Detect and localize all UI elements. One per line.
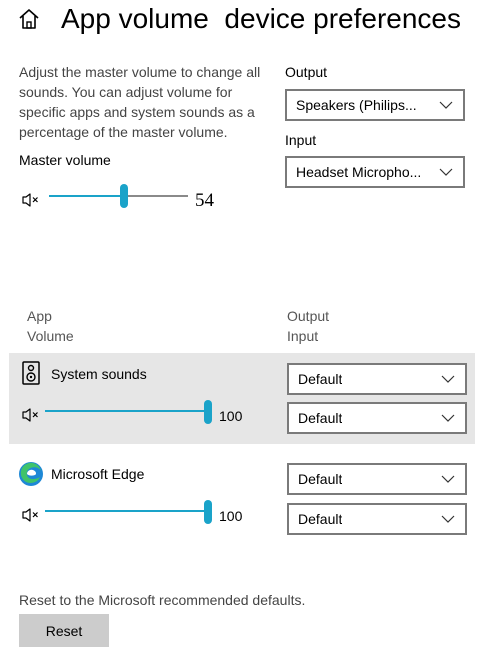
microsoft-edge-volume-value: 100: [219, 508, 243, 524]
input-device-dropdown[interactable]: Headset Micropho...: [285, 156, 465, 188]
master-volume-thumb[interactable]: [120, 184, 129, 208]
microsoft-edge-volume-fill: [45, 510, 208, 512]
column-header-input: Input: [287, 328, 319, 344]
chevron-down-icon: [441, 375, 455, 383]
chevron-down-icon: [439, 168, 453, 176]
microsoft-edge-icon: [18, 461, 44, 487]
home-icon: [19, 9, 39, 29]
system-sounds-volume-value: 100: [219, 408, 243, 424]
output-label: Output: [285, 64, 328, 80]
speaker-mute-icon[interactable]: [21, 507, 41, 523]
output-device-value: Speakers (Philips...: [296, 97, 417, 113]
master-volume-fill: [49, 195, 125, 197]
microsoft-edge-input-value: Default: [298, 511, 343, 527]
microsoft-edge-output-dropdown[interactable]: Default: [287, 463, 467, 495]
system-sounds-input-dropdown[interactable]: Default: [287, 402, 467, 434]
reset-button[interactable]: Reset: [19, 614, 109, 647]
master-volume-slider[interactable]: [49, 195, 188, 197]
system-sounds-input-value: Default: [298, 410, 343, 426]
output-device-dropdown[interactable]: Speakers (Philips...: [285, 89, 465, 121]
input-label: Input: [285, 132, 317, 148]
input-device-value: Headset Micropho...: [296, 164, 422, 180]
speaker-mute-icon[interactable]: [21, 407, 41, 423]
app-name-system-sounds: System sounds: [51, 366, 147, 382]
chevron-down-icon: [439, 101, 453, 109]
master-volume-description: Adjust the master volume to change all s…: [19, 64, 261, 140]
system-sounds-volume-slider[interactable]: [45, 410, 208, 412]
microsoft-edge-volume-thumb[interactable]: [204, 500, 212, 524]
chevron-down-icon: [441, 515, 455, 523]
app-name-microsoft-edge: Microsoft Edge: [51, 466, 145, 482]
chevron-down-icon: [441, 414, 455, 422]
column-header-volume: Volume: [27, 328, 74, 344]
chevron-down-icon: [441, 475, 455, 483]
system-sounds-volume-fill: [45, 410, 208, 412]
master-volume-label: Master volume: [19, 152, 111, 168]
column-header-output: Output: [287, 308, 330, 324]
system-sounds-output-value: Default: [298, 371, 343, 387]
column-header-app: App: [27, 308, 52, 324]
microsoft-edge-output-value: Default: [298, 471, 343, 487]
system-sounds-speaker-icon: [20, 361, 42, 385]
page-title: App volume device preferences: [61, 3, 461, 34]
home-button[interactable]: [14, 4, 44, 34]
master-volume-value: 54: [195, 190, 214, 211]
system-sounds-output-dropdown[interactable]: Default: [287, 363, 467, 395]
system-sounds-volume-thumb[interactable]: [204, 400, 212, 424]
microsoft-edge-input-dropdown[interactable]: Default: [287, 503, 467, 535]
microsoft-edge-volume-slider[interactable]: [45, 510, 208, 512]
reset-description: Reset to the Microsoft recommended defau…: [19, 592, 306, 608]
speaker-mute-icon[interactable]: [21, 192, 41, 208]
